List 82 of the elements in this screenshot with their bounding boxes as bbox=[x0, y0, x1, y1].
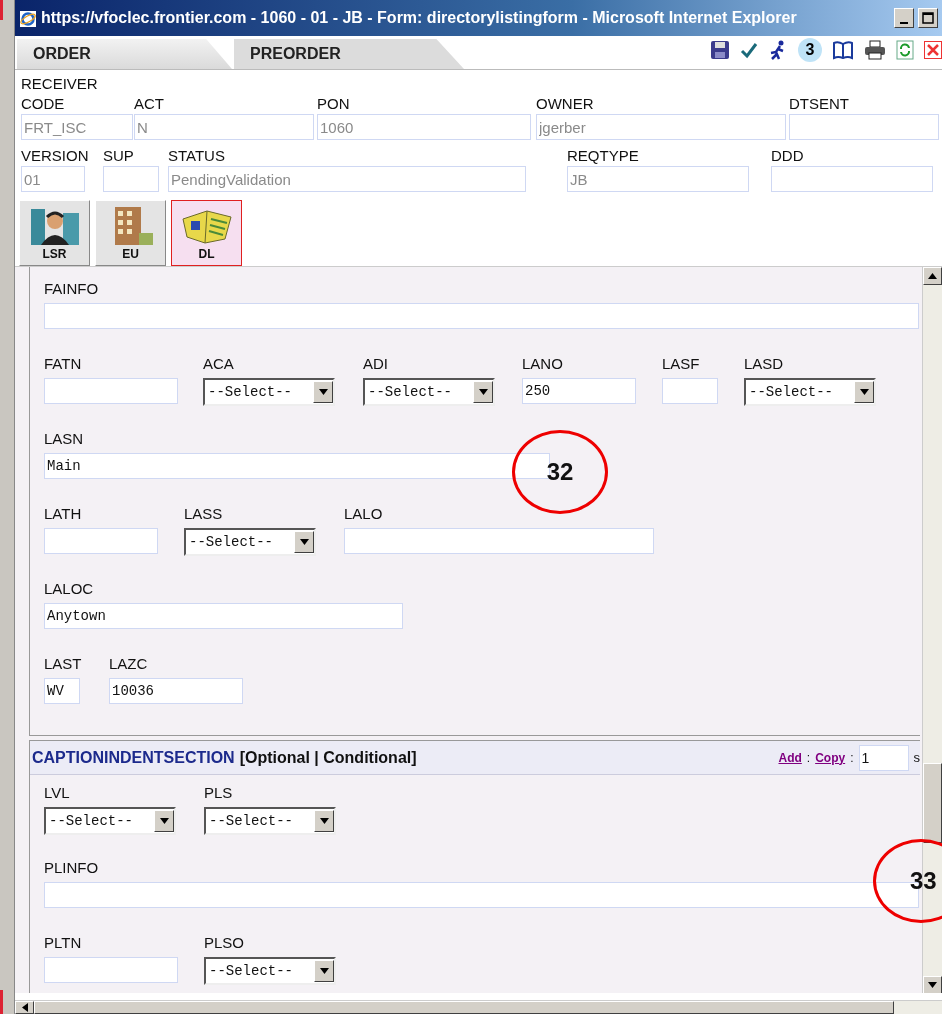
text-field[interactable]: PendingValidation bbox=[168, 166, 526, 192]
separator-text: : bbox=[850, 749, 854, 767]
callout-marker: 33 bbox=[873, 839, 942, 923]
select-dropdown[interactable]: --Select-- bbox=[203, 378, 335, 406]
field-label: LAST bbox=[44, 655, 83, 673]
window-title: https://vfoclec.frontier.com - 1060 - 01 - JB - Form: directorylistingform - Microsoft Internet Explorer bbox=[41, 8, 798, 28]
text-field[interactable] bbox=[44, 303, 919, 329]
select-dropdown[interactable]: --Select-- bbox=[44, 807, 176, 835]
action-link[interactable]: Copy bbox=[815, 748, 846, 767]
text-field[interactable] bbox=[344, 528, 654, 554]
scrollbar-thumb[interactable] bbox=[923, 763, 942, 843]
form-section-tab[interactable]: EU bbox=[95, 200, 166, 266]
separator-text: : bbox=[806, 749, 811, 767]
field-label: LANO bbox=[522, 355, 564, 373]
field-label: OWNER bbox=[536, 94, 595, 114]
save-icon[interactable] bbox=[710, 40, 730, 60]
count-field[interactable]: 1 bbox=[858, 744, 909, 771]
text-field[interactable] bbox=[789, 114, 939, 140]
action-link[interactable]: Add bbox=[778, 748, 802, 767]
field-label: LAZC bbox=[109, 655, 149, 673]
field-label: DTSENT bbox=[789, 94, 850, 114]
field-label: LASD bbox=[744, 355, 785, 373]
select-dropdown[interactable]: --Select-- bbox=[204, 957, 336, 985]
text-field[interactable]: jgerber bbox=[536, 114, 786, 140]
printer-icon[interactable] bbox=[864, 40, 886, 60]
callout-marker: 32 bbox=[512, 430, 608, 514]
text-field[interactable] bbox=[771, 166, 933, 192]
text-field[interactable]: 1060 bbox=[317, 114, 531, 140]
field-label: ACT bbox=[134, 94, 165, 114]
field-label: ACA bbox=[203, 355, 235, 373]
select-dropdown[interactable]: --Select-- bbox=[363, 378, 495, 406]
checkmark-icon[interactable] bbox=[740, 41, 758, 59]
text-field[interactable]: 10036 bbox=[109, 678, 243, 704]
minimize-button[interactable] bbox=[894, 8, 914, 28]
text-field[interactable] bbox=[44, 528, 158, 554]
field-label: DDD bbox=[771, 146, 805, 166]
field-label: PLTN bbox=[44, 934, 83, 952]
field-label: LASS bbox=[184, 505, 224, 523]
field-label: FATN bbox=[44, 355, 83, 373]
maximize-button[interactable] bbox=[918, 8, 938, 28]
field-label: LASF bbox=[662, 355, 701, 373]
select-dropdown[interactable]: --Select-- bbox=[184, 528, 316, 556]
field-label: PLINFO bbox=[44, 859, 100, 877]
book-icon[interactable] bbox=[832, 40, 854, 60]
field-label: ADI bbox=[363, 355, 389, 373]
refresh-icon[interactable] bbox=[896, 40, 914, 60]
text-field[interactable]: 01 bbox=[21, 166, 85, 192]
select-dropdown[interactable]: --Select-- bbox=[204, 807, 336, 835]
field-label: LASN bbox=[44, 430, 85, 448]
field-label: LVL bbox=[44, 784, 71, 802]
text-field[interactable] bbox=[103, 166, 159, 192]
section-qualifier: [Optional | Conditional] bbox=[239, 747, 417, 768]
select-dropdown[interactable]: --Select-- bbox=[744, 378, 876, 406]
count-badge[interactable]: 3 bbox=[798, 38, 822, 62]
field-label: FAINFO bbox=[44, 280, 100, 298]
form-tab[interactable]: ORDER bbox=[17, 39, 232, 69]
form-tab[interactable]: PREORDER bbox=[234, 39, 464, 69]
form-section-tab[interactable]: DL bbox=[171, 200, 242, 266]
field-label: LALOC bbox=[44, 580, 95, 598]
field-label: STATUS bbox=[168, 146, 226, 166]
field-label: LATH bbox=[44, 505, 83, 523]
section-title: CAPTIONINDENTSECTION bbox=[32, 747, 235, 768]
field-label: PLS bbox=[204, 784, 234, 802]
field-label: REQTYPE bbox=[567, 146, 640, 166]
maximize-icon bbox=[922, 12, 934, 24]
text-field[interactable]: 250 bbox=[522, 378, 636, 404]
field-label: LALO bbox=[344, 505, 384, 523]
field-label: RECEIVER CODE bbox=[21, 74, 99, 114]
text-field[interactable] bbox=[44, 378, 178, 404]
text-field[interactable]: Anytown bbox=[44, 603, 403, 629]
text-field[interactable] bbox=[662, 378, 718, 404]
close-icon[interactable] bbox=[924, 41, 942, 59]
text-field[interactable]: WV bbox=[44, 678, 80, 704]
field-label: PLSO bbox=[204, 934, 246, 952]
text-field[interactable] bbox=[44, 957, 178, 983]
trailing-text: s bbox=[913, 748, 920, 767]
minimize-icon bbox=[900, 22, 908, 24]
field-label: VERSION bbox=[21, 146, 90, 166]
text-field[interactable]: N bbox=[134, 114, 314, 140]
form-section-tab[interactable]: LSR bbox=[19, 200, 90, 266]
field-label: SUP bbox=[103, 146, 135, 166]
field-label: PON bbox=[317, 94, 351, 114]
